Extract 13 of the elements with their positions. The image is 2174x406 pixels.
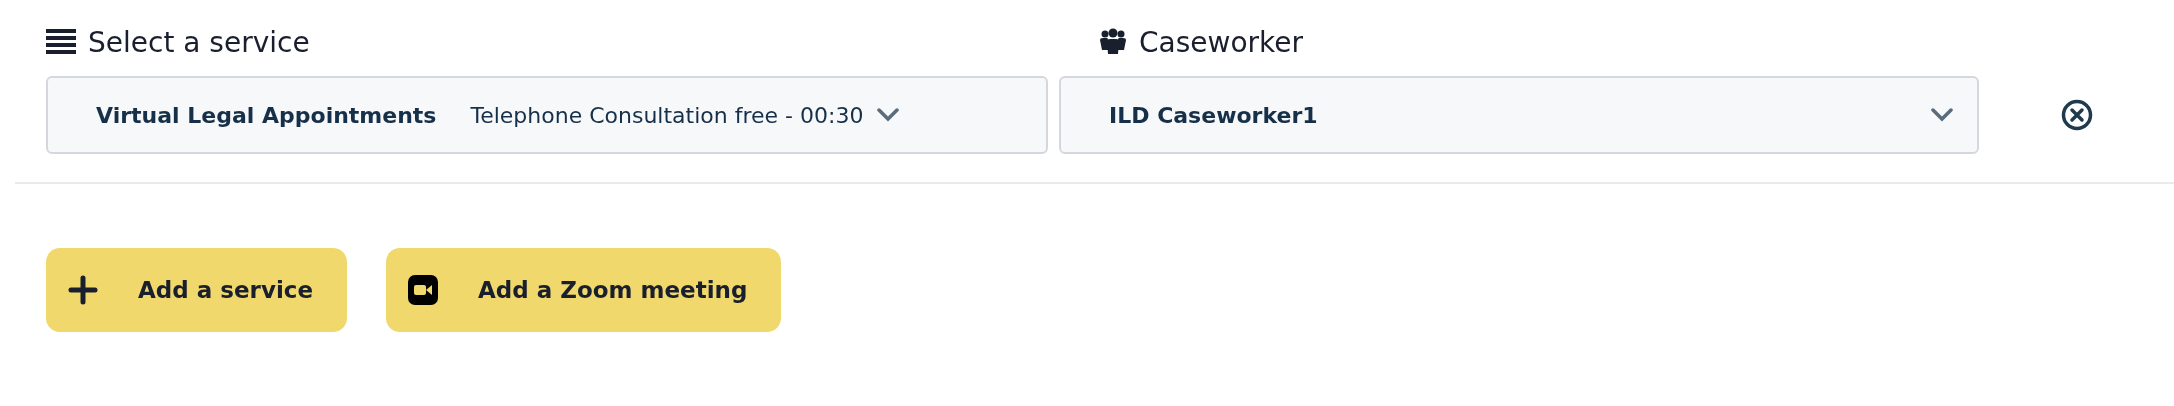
service-select[interactable]: Virtual Legal Appointments Telephone Consultation free - 00:30 [46, 76, 1048, 154]
plus-icon [68, 275, 98, 305]
chevron-down-icon [877, 108, 900, 122]
field-label: Caseworker [1139, 25, 1304, 59]
field-label: Select a service [88, 25, 310, 59]
add-service-button[interactable]: Add a service [46, 248, 347, 332]
clear-icon[interactable] [2061, 99, 2093, 131]
users-icon [1099, 28, 1127, 56]
caseworker-select[interactable]: ILD Caseworker1 [1059, 76, 1979, 154]
list-icon [46, 29, 76, 55]
video-camera-icon [408, 275, 438, 305]
chevron-down-icon [1931, 108, 1953, 122]
add-zoom-button[interactable]: Add a Zoom meeting [386, 248, 782, 332]
